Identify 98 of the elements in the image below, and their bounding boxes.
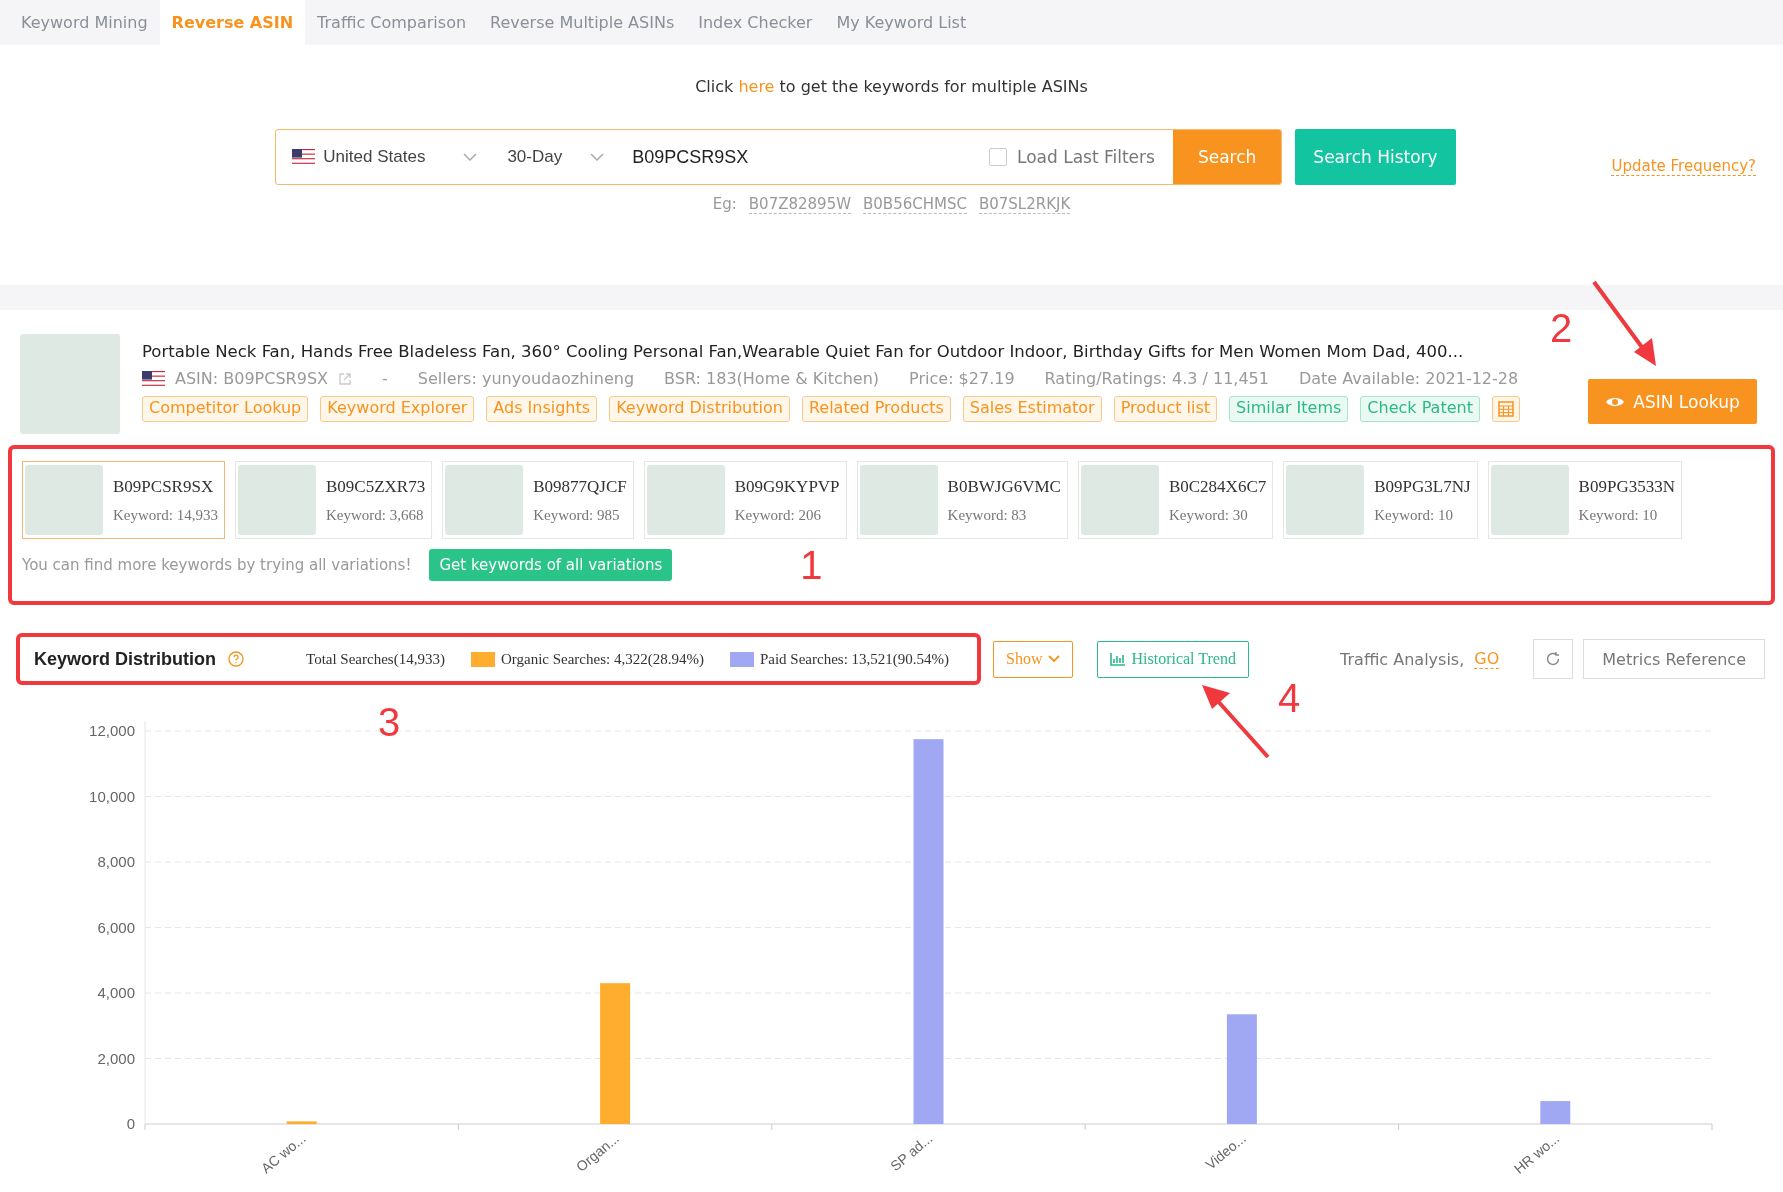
product-title: Portable Neck Fan, Hands Free Bladeless Fan, 360° Cooling Personal Fan,Wearable Quiet Fan for Outdoor Indoor, Birthday Gifts for Men Women Mom Dad, 400... bbox=[142, 342, 1465, 361]
x-axis-label: AC wo... bbox=[257, 1130, 309, 1177]
here-link[interactable]: here bbox=[738, 77, 775, 96]
variation-asin: B09C5ZXR73 bbox=[326, 476, 426, 497]
tab[interactable]: My Keyword List bbox=[824, 0, 979, 45]
historical-trend-button[interactable]: Historical Trend bbox=[1097, 640, 1249, 678]
tool-link[interactable]: Related Products bbox=[801, 396, 951, 422]
example-asin-link[interactable]: B07SL2RKJK bbox=[978, 195, 1071, 214]
asin-text: ASIN: B09PCSR9SX bbox=[175, 369, 328, 388]
traffic-analysis-label: Traffic Analysis, bbox=[1340, 649, 1465, 669]
annotation-number: 3 bbox=[378, 702, 401, 742]
tab[interactable]: Traffic Comparison bbox=[305, 0, 479, 45]
period-select[interactable]: 30-Day bbox=[491, 147, 619, 167]
tab[interactable]: Index Checker bbox=[686, 0, 825, 45]
variation-card[interactable]: B09877QJCF Keyword: 985 bbox=[442, 461, 634, 539]
section-title: Keyword Distribution bbox=[34, 648, 216, 670]
variation-keyword-count: Keyword: 83 bbox=[947, 506, 1028, 524]
chevron-down-icon bbox=[590, 153, 605, 161]
example-asin-link[interactable]: B0B56CHMSC bbox=[863, 195, 967, 214]
tool-link[interactable]: Product list bbox=[1113, 396, 1218, 422]
tool-link[interactable]: Keyword Explorer bbox=[320, 396, 475, 422]
variation-asin: B09PG3533N bbox=[1578, 476, 1675, 497]
search-history-button[interactable]: Search History bbox=[1295, 129, 1456, 185]
annotation-number: 4 bbox=[1278, 678, 1301, 718]
variation-card[interactable]: B09PG3533N Keyword: 10 bbox=[1487, 461, 1682, 539]
variation-card[interactable]: B09PCSR9SX Keyword: 14,933 bbox=[22, 461, 225, 539]
tool-link[interactable]: Ads Insights bbox=[486, 396, 598, 422]
tab[interactable]: Reverse Multiple ASINs bbox=[478, 0, 687, 45]
variation-card[interactable]: B09C5ZXR73 Keyword: 3,668 bbox=[235, 461, 433, 539]
product-meta-text: Price: $27.19 bbox=[909, 369, 1015, 388]
variation-asin: B09PCSR9SX bbox=[113, 476, 215, 497]
update-frequency-link[interactable]: Update Frequency? bbox=[1611, 157, 1756, 176]
load-last-filters-checkbox[interactable]: Load Last Filters bbox=[988, 147, 1155, 167]
tool-link[interactable]: Keyword Distribution bbox=[609, 396, 790, 422]
tool-link[interactable]: Competitor Lookup bbox=[142, 396, 309, 422]
tool-link[interactable]: Sales Estimator bbox=[962, 396, 1102, 422]
calculator-icon bbox=[1497, 401, 1514, 417]
help-icon bbox=[228, 651, 244, 667]
variation-asin: B09G9KYPVP bbox=[734, 476, 840, 497]
annotation-number: 2 bbox=[1550, 308, 1573, 348]
legend-label: Organic Searches: 4,322(28.94%) bbox=[500, 650, 704, 668]
total-searches-text: Total Searches(14,933) bbox=[306, 650, 445, 668]
variation-card[interactable]: B09G9KYPVP Keyword: 206 bbox=[643, 461, 847, 539]
get-all-variations-button[interactable]: Get keywords of all variations bbox=[429, 549, 673, 581]
examples-label: Eg: bbox=[712, 195, 737, 214]
variation-keyword-count: Keyword: 10 bbox=[1578, 506, 1659, 524]
example-asin-link[interactable]: B07Z82895W bbox=[748, 195, 851, 214]
variation-keyword-count: Keyword: 206 bbox=[734, 506, 822, 524]
variation-asin: B0C284X6C7 bbox=[1168, 476, 1267, 497]
variation-keyword-count: Keyword: 3,668 bbox=[326, 506, 425, 524]
tab[interactable]: Reverse ASIN bbox=[159, 0, 306, 45]
bar bbox=[1540, 1101, 1571, 1124]
country-select[interactable]: United States bbox=[276, 147, 492, 167]
tool-link[interactable]: Check Patent bbox=[1360, 396, 1480, 422]
product-meta-text: Rating/Ratings: 4.3 / 11,451 bbox=[1044, 369, 1269, 388]
bar-chart-icon bbox=[1110, 652, 1126, 666]
variation-card[interactable]: B09PG3L7NJ Keyword: 10 bbox=[1283, 461, 1478, 539]
chevron-down-icon bbox=[1048, 655, 1061, 663]
legend-label: Paid Searches: 13,521(90.54%) bbox=[759, 650, 950, 668]
variations-note: You can find more keywords by trying all variations! bbox=[22, 556, 412, 574]
variation-card[interactable]: B0C284X6C7 Keyword: 30 bbox=[1077, 461, 1274, 539]
variation-keyword-count: Keyword: 10 bbox=[1374, 506, 1454, 524]
variation-keyword-count: Keyword: 985 bbox=[533, 506, 621, 524]
y-axis-label: 6,000 bbox=[97, 918, 135, 936]
x-axis-label: SP ad... bbox=[887, 1130, 936, 1175]
y-axis-label: 4,000 bbox=[97, 984, 135, 1001]
y-axis-label: 2,000 bbox=[97, 1049, 135, 1067]
calculator-button[interactable] bbox=[1491, 396, 1520, 422]
variation-asin: B09PG3L7NJ bbox=[1374, 476, 1471, 497]
go-link[interactable]: GO bbox=[1474, 649, 1500, 669]
refresh-icon bbox=[1545, 651, 1562, 667]
chevron-down-icon bbox=[463, 153, 478, 161]
tab[interactable]: Keyword Mining bbox=[9, 0, 160, 45]
y-axis-label: 12,000 bbox=[89, 722, 135, 739]
x-axis-label: HR wo... bbox=[1510, 1130, 1563, 1177]
y-axis-label: 8,000 bbox=[97, 853, 135, 870]
tool-link[interactable]: Similar Items bbox=[1229, 396, 1349, 422]
variation-keyword-count: Keyword: 14,933 bbox=[113, 506, 218, 524]
metrics-reference-button[interactable]: Metrics Reference bbox=[1583, 639, 1765, 679]
y-axis-label: 10,000 bbox=[89, 787, 135, 805]
us-flag-icon bbox=[292, 149, 316, 165]
variation-card[interactable]: B0BWJG6VMC Keyword: 83 bbox=[856, 461, 1068, 539]
product-meta-text: Date Available: 2021-12-28 bbox=[1298, 369, 1519, 388]
variation-asin: B09877QJCF bbox=[533, 476, 627, 497]
variation-keyword-count: Keyword: 30 bbox=[1168, 506, 1249, 524]
search-button[interactable]: Search bbox=[1172, 130, 1282, 184]
bar bbox=[286, 1121, 317, 1124]
product-meta-text: Sellers: yunyoudaozhineng bbox=[417, 369, 635, 388]
separator-text: - bbox=[382, 369, 388, 388]
annotation-number: 1 bbox=[800, 545, 823, 585]
refresh-button[interactable] bbox=[1533, 639, 1574, 679]
variation-asin: B0BWJG6VMC bbox=[947, 476, 1061, 497]
asin-lookup-button[interactable]: ASIN Lookup bbox=[1588, 379, 1757, 424]
show-dropdown[interactable]: Show bbox=[993, 640, 1074, 678]
hint-text: Click here to get the keywords for multiple ASINs bbox=[695, 77, 1088, 96]
product-meta-text: BSR: 183(Home & Kitchen) bbox=[664, 369, 880, 388]
external-link-icon bbox=[338, 371, 352, 386]
y-axis-label: 0 bbox=[126, 1115, 135, 1132]
